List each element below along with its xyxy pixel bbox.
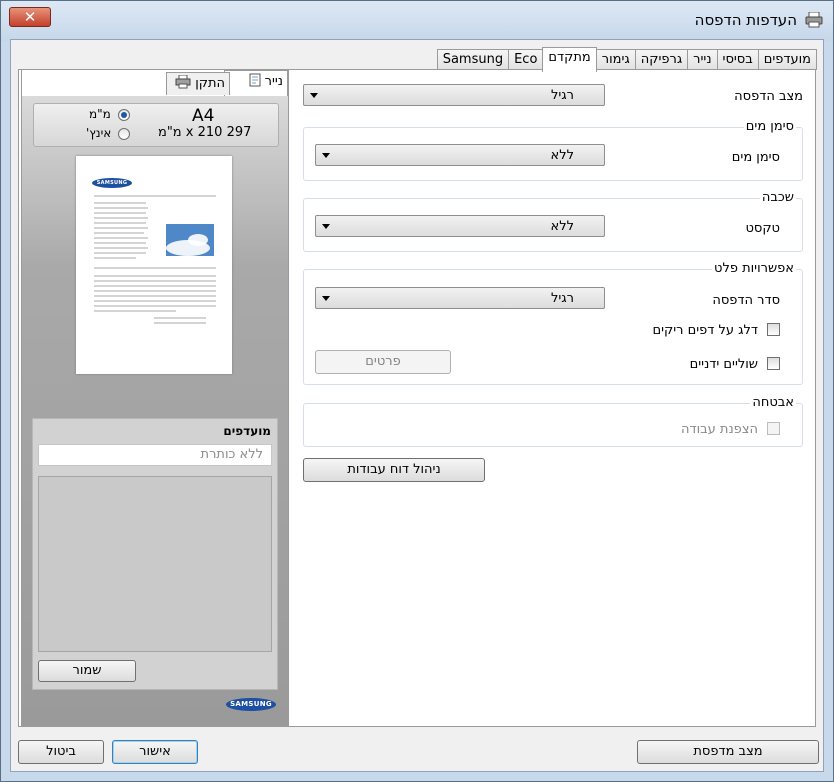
tab-favorites[interactable]: מועדפים <box>757 49 817 70</box>
output-options-title: אפשרויות פלט <box>712 261 796 276</box>
overlay-group: שכבה טקסט ללא <box>303 190 803 252</box>
tab-paper[interactable]: נייר <box>687 49 718 70</box>
print-order-value: רגיל <box>551 291 574 306</box>
preview-panel: נייר התקן A4 297 x 210 מ"מ מ"מ אינץ' SAM… <box>21 69 289 727</box>
device-tab-label: התקן <box>195 76 225 91</box>
skip-blank-pages-checkbox[interactable] <box>767 323 780 336</box>
tab-samsung[interactable]: Samsung <box>436 49 510 70</box>
output-options-group: אפשרויות פלט סדר הדפסה רגיל דלג על דפים … <box>303 261 803 385</box>
security-group: אבטחה הצפנת עבודה <box>303 395 803 447</box>
overlay-group-title: שכבה <box>759 190 796 205</box>
overlay-text-label: טקסט <box>745 221 780 236</box>
chevron-down-icon <box>310 93 318 98</box>
unit-inch-radio[interactable] <box>118 128 130 140</box>
skip-blank-pages-label: דלג על דפים ריקים <box>652 323 758 338</box>
chevron-down-icon <box>322 153 330 158</box>
tab-advanced[interactable]: מתקדם <box>542 47 597 72</box>
tab-basic[interactable]: בסיסי <box>716 49 759 70</box>
encrypt-job-checkbox[interactable] <box>767 422 780 435</box>
tab-graphics[interactable]: גרפיקה <box>634 49 689 70</box>
paper-size-box: A4 297 x 210 מ"מ מ"מ אינץ' <box>33 103 279 147</box>
tab-finishing[interactable]: גימור <box>595 49 636 70</box>
manual-margins-checkbox[interactable] <box>767 357 780 370</box>
paper-size-name: A4 <box>192 106 215 126</box>
details-button[interactable]: פרטים <box>315 350 451 374</box>
overlay-select[interactable]: ללא <box>315 215 605 237</box>
chevron-down-icon <box>322 224 330 229</box>
close-button[interactable]: ✕ <box>9 7 51 27</box>
print-order-select[interactable]: רגיל <box>315 287 605 309</box>
print-mode-label: מצב הדפסה <box>734 89 803 104</box>
dialog-body: מועדפים בסיסי נייר גרפיקה גימור מתקדם Ec… <box>10 39 824 772</box>
preview-tab-bar: נייר התקן <box>22 70 288 96</box>
title-bar: ✕ העדפות הדפסה <box>1 1 833 41</box>
encrypt-job-label: הצפנת עבודה <box>681 422 758 437</box>
samsung-brand-logo: SAMSUNG <box>226 698 276 711</box>
print-mode-select[interactable]: רגיל <box>303 84 605 106</box>
job-report-button[interactable]: ניהול דוח עבודות <box>303 458 485 482</box>
favorites-list[interactable] <box>38 476 272 652</box>
manual-margins-label: שוליים ידניים <box>689 357 758 372</box>
printer-icon <box>175 74 191 89</box>
document-icon <box>249 73 260 87</box>
paper-size-dimensions: 297 x 210 מ"מ <box>158 125 252 140</box>
watermark-label: סימן מים <box>731 150 780 165</box>
unit-inch-label: אינץ' <box>86 126 112 140</box>
close-icon: ✕ <box>23 8 37 26</box>
watermark-value: ללא <box>550 148 574 163</box>
preview-tab-device[interactable]: התקן <box>166 72 230 95</box>
tab-strip: מועדפים בסיסי נייר גרפיקה גימור מתקדם Ec… <box>436 47 817 72</box>
watermark-select[interactable]: ללא <box>315 144 605 166</box>
watermark-group: סימן מים סימן מים ללא <box>303 119 803 181</box>
watermark-group-title: סימן מים <box>743 119 796 134</box>
favorites-box: מועדפים ללא כותרת שמור <box>32 418 278 690</box>
favorites-save-button[interactable]: שמור <box>38 660 136 682</box>
security-group-title: אבטחה <box>750 395 796 410</box>
print-order-label: סדר הדפסה <box>712 293 780 308</box>
unit-mm-label: מ"מ <box>89 107 111 121</box>
page-preview-text <box>94 195 216 324</box>
window-title: העדפות הדפסה <box>694 11 797 29</box>
print-mode-value: רגיל <box>551 88 574 103</box>
ok-button[interactable]: אישור <box>112 740 198 764</box>
overlay-value: ללא <box>550 219 574 234</box>
paper-tab-label: נייר <box>264 74 283 89</box>
unit-mm-radio[interactable] <box>118 109 130 121</box>
print-preferences-window: ✕ העדפות הדפסה מועדפים בסיסי נייר גרפיקה… <box>0 0 834 782</box>
favorites-title: מועדפים <box>223 424 271 438</box>
preview-tab-paper[interactable]: נייר <box>224 70 288 96</box>
printer-status-button[interactable]: מצב מדפסת <box>637 740 819 764</box>
cancel-button[interactable]: ביטול <box>18 740 104 764</box>
favorites-name-input[interactable]: ללא כותרת <box>38 444 272 466</box>
chevron-down-icon <box>322 296 330 301</box>
tab-eco[interactable]: Eco <box>508 49 544 70</box>
printer-icon <box>805 12 823 28</box>
page-preview: SAMSUNG <box>76 156 232 374</box>
